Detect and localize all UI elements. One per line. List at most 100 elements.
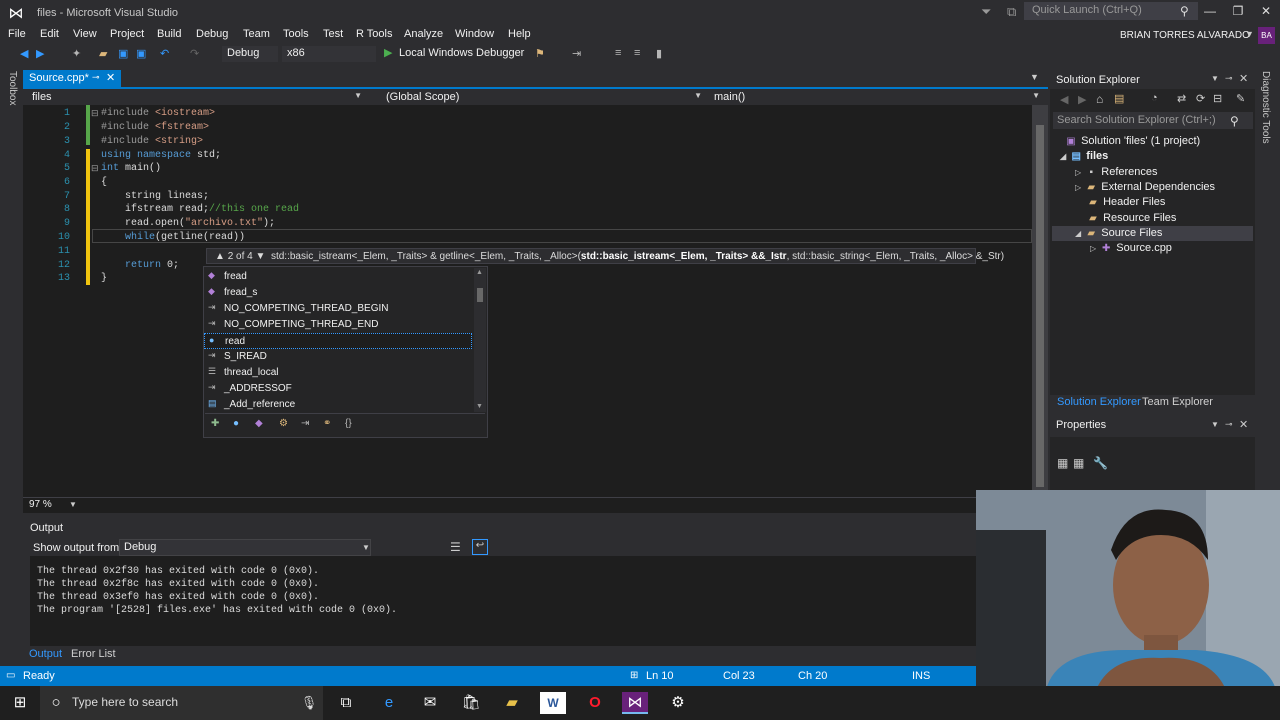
collapse-icon[interactable]: ⊟: [91, 163, 99, 174]
toolbox-tab[interactable]: Toolbox: [7, 71, 18, 105]
microphone-icon[interactable]: 🎙: [296, 692, 322, 714]
start-debugging-icon[interactable]: ▶: [384, 46, 392, 59]
menu-test[interactable]: Test: [323, 28, 343, 40]
uncomment-lines-icon[interactable]: ≡: [634, 47, 640, 59]
chevron-down-icon[interactable]: ▼: [362, 543, 370, 552]
list-item[interactable]: ⇥ NO_COMPETING_THREAD_BEGIN: [204, 301, 472, 317]
pin-icon[interactable]: ⊸: [1225, 73, 1233, 84]
member-dropdown[interactable]: main() ▼: [708, 89, 1044, 106]
menu-r-tools[interactable]: R Tools: [356, 28, 392, 40]
overload-down-icon[interactable]: ▼: [256, 251, 266, 262]
save-all-icon[interactable]: ▣: [136, 47, 146, 60]
user-name[interactable]: BRIAN TORRES ALVARADO: [1120, 30, 1250, 41]
back-icon[interactable]: ◀: [20, 47, 28, 60]
pin-icon[interactable]: ⊸: [92, 72, 100, 83]
avatar[interactable]: BA: [1258, 27, 1275, 44]
search-icon[interactable]: ⚲: [1180, 4, 1189, 18]
list-item[interactable]: ☰ thread_local: [204, 365, 472, 381]
clear-all-icon[interactable]: ☰: [450, 540, 461, 554]
collapse-icon[interactable]: ⊟: [91, 108, 99, 119]
list-item[interactable]: ▤ _Add_reference: [204, 397, 472, 413]
code-editor[interactable]: [23, 105, 1048, 497]
maximize-button[interactable]: ❐: [1228, 4, 1248, 18]
back-icon[interactable]: ◀: [1060, 93, 1068, 106]
mail-icon[interactable]: ✉: [417, 692, 443, 714]
windows-start-icon[interactable]: ⊞: [7, 692, 33, 714]
tree-item-solution[interactable]: ▣ Solution 'files' (1 project): [1064, 135, 1200, 147]
menu-analyze[interactable]: Analyze: [404, 28, 443, 40]
word-icon[interactable]: W: [540, 692, 566, 714]
list-item[interactable]: ⇥ S_IREAD: [204, 349, 472, 365]
close-tab-icon[interactable]: ✕: [106, 71, 115, 84]
collapse-all-icon[interactable]: ⊟: [1213, 92, 1222, 105]
braces-filter-icon[interactable]: {}: [345, 418, 352, 429]
feedback-icon[interactable]: ⧉: [1007, 4, 1016, 20]
start-debugging-button[interactable]: Local Windows Debugger: [399, 47, 524, 59]
project-dropdown[interactable]: files ▼: [26, 89, 366, 106]
tree-item-source-files[interactable]: ◢ ▰ Source Files: [1075, 227, 1162, 239]
list-item-selected[interactable]: ● read: [204, 333, 472, 349]
menu-project[interactable]: Project: [110, 28, 144, 40]
alphabetical-icon[interactable]: ▦: [1073, 456, 1084, 470]
menu-edit[interactable]: Edit: [40, 28, 59, 40]
completion-scroll-thumb[interactable]: [477, 288, 483, 302]
open-file-icon[interactable]: ▰: [99, 47, 107, 60]
tab-team-explorer[interactable]: Team Explorer: [1142, 396, 1213, 408]
task-view-icon[interactable]: ⧉: [333, 692, 359, 714]
browser-link-icon[interactable]: ⚑: [535, 47, 545, 60]
quick-launch-input[interactable]: Quick Launch (Ctrl+Q): [1024, 2, 1198, 20]
menu-window[interactable]: Window: [455, 28, 494, 40]
wrench-icon[interactable]: 🔧: [1093, 456, 1108, 470]
visual-studio-taskbar-icon[interactable]: ⋈: [622, 692, 648, 714]
menu-build[interactable]: Build: [157, 28, 181, 40]
categorized-icon[interactable]: ▦: [1057, 456, 1068, 470]
save-icon[interactable]: ▣: [118, 47, 128, 60]
tab-output[interactable]: Output: [29, 648, 62, 660]
scroll-down-icon[interactable]: ▼: [476, 403, 483, 410]
bookmark-icon[interactable]: ▮: [656, 47, 662, 60]
chevron-down-icon[interactable]: ▼: [69, 500, 77, 509]
sync-icon[interactable]: ⇄: [1177, 92, 1186, 105]
properties-icon[interactable]: ✎: [1236, 92, 1245, 105]
solution-configuration-select[interactable]: Debug: [222, 46, 278, 62]
menu-tools[interactable]: Tools: [283, 28, 309, 40]
refresh-icon[interactable]: ⟳: [1196, 92, 1205, 105]
minimize-button[interactable]: —: [1200, 4, 1220, 18]
solution-explorer-search-input[interactable]: Search Solution Explorer (Ctrl+;): [1053, 112, 1253, 129]
forward-icon[interactable]: ▶: [36, 47, 44, 60]
cortana-icon[interactable]: ○: [43, 692, 69, 714]
notifications-filter-icon[interactable]: ⏷: [981, 4, 991, 20]
app-icon[interactable]: ⚙: [665, 692, 691, 714]
taskbar-search-input[interactable]: Type here to search: [40, 686, 323, 720]
chevron-down-icon[interactable]: ▼: [1211, 420, 1219, 429]
scope-dropdown[interactable]: (Global Scope) ▼: [380, 89, 706, 106]
variable-filter-icon[interactable]: ●: [233, 418, 239, 429]
forward-icon[interactable]: ▶: [1078, 93, 1086, 106]
menu-view[interactable]: View: [73, 28, 97, 40]
tab-error-list[interactable]: Error List: [71, 648, 116, 660]
edge-browser-icon[interactable]: e: [376, 692, 402, 714]
scroll-up-icon[interactable]: ▲: [476, 269, 483, 276]
pending-changes-icon[interactable]: ◔: [1151, 92, 1158, 104]
list-item[interactable]: ⇥ _ADDRESSOF: [204, 381, 472, 397]
tree-item-references[interactable]: ▷ ▪ References: [1075, 166, 1158, 178]
menu-team[interactable]: Team: [243, 28, 270, 40]
tab-solution-explorer[interactable]: Solution Explorer: [1057, 396, 1141, 408]
tree-item-resource-files[interactable]: ▰ Resource Files: [1086, 212, 1176, 224]
list-item[interactable]: ◆ fread: [204, 269, 472, 285]
editor-scroll-thumb[interactable]: [1036, 125, 1044, 487]
redo-icon[interactable]: ↷: [190, 47, 199, 60]
undo-icon[interactable]: ↶: [160, 47, 169, 60]
tree-item-header-files[interactable]: ▰ Header Files: [1086, 196, 1165, 208]
diagnostic-tools-tab[interactable]: Diagnostic Tools: [1260, 71, 1271, 144]
output-source-select[interactable]: Debug: [119, 539, 371, 556]
close-icon[interactable]: ✕: [1239, 72, 1248, 85]
home-icon[interactable]: ⌂: [1096, 92, 1103, 106]
overload-up-icon[interactable]: ▲: [215, 251, 225, 262]
tree-item-source-cpp[interactable]: ▷ ✚ Source.cpp: [1090, 242, 1172, 254]
close-icon[interactable]: ✕: [1239, 418, 1248, 431]
switch-views-icon[interactable]: ▤: [1114, 92, 1124, 105]
menu-file[interactable]: File: [8, 28, 26, 40]
solution-platform-select[interactable]: x86: [282, 46, 376, 62]
file-explorer-icon[interactable]: ▰: [499, 692, 525, 714]
